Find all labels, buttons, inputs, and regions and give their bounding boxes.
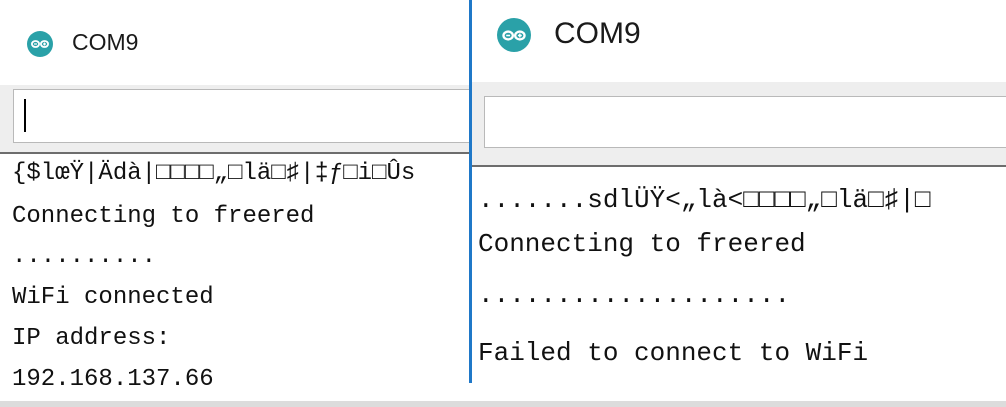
window-title: COM9 xyxy=(72,29,139,55)
serial-line: .......... xyxy=(12,243,157,270)
arduino-logo-icon xyxy=(497,18,531,52)
serial-line: Failed to connect to WiFi xyxy=(478,338,869,368)
serial-send-input[interactable] xyxy=(484,96,1006,148)
arduino-logo-icon xyxy=(27,31,53,57)
window-title: COM9 xyxy=(554,17,641,50)
serial-line: {$lœŸ|Ädà|□□□□„□lä□♯|‡ƒ□i□Ûs xyxy=(12,160,416,187)
screenshot-border xyxy=(0,401,1006,407)
output-separator xyxy=(472,165,1006,167)
serial-monitor-right: COM9 .......sdlÜŸ<„là<□□□□„□lä□♯|□ Conne… xyxy=(472,0,1006,407)
serial-line: .................... xyxy=(478,280,791,310)
serial-line: WiFi connected xyxy=(12,284,214,311)
send-input-area xyxy=(472,82,1006,165)
serial-send-input[interactable] xyxy=(13,89,470,143)
serial-line: Connecting to freered xyxy=(12,203,315,230)
serial-line: .......sdlÜŸ<„là<□□□□„□lä□♯|□ xyxy=(478,185,931,215)
title-bar: COM9 xyxy=(472,0,1006,82)
output-separator xyxy=(0,152,470,154)
title-bar: COM9 xyxy=(0,0,470,85)
serial-line: Connecting to freered xyxy=(478,229,806,259)
serial-monitor-left: COM9 {$lœŸ|Ädà|□□□□„□lä□♯|‡ƒ□i□Ûs Connec… xyxy=(0,0,470,407)
serial-line: IP address: xyxy=(12,325,171,352)
serial-line: 192.168.137.66 xyxy=(12,366,214,393)
text-caret xyxy=(24,99,26,132)
send-input-area xyxy=(0,85,470,152)
